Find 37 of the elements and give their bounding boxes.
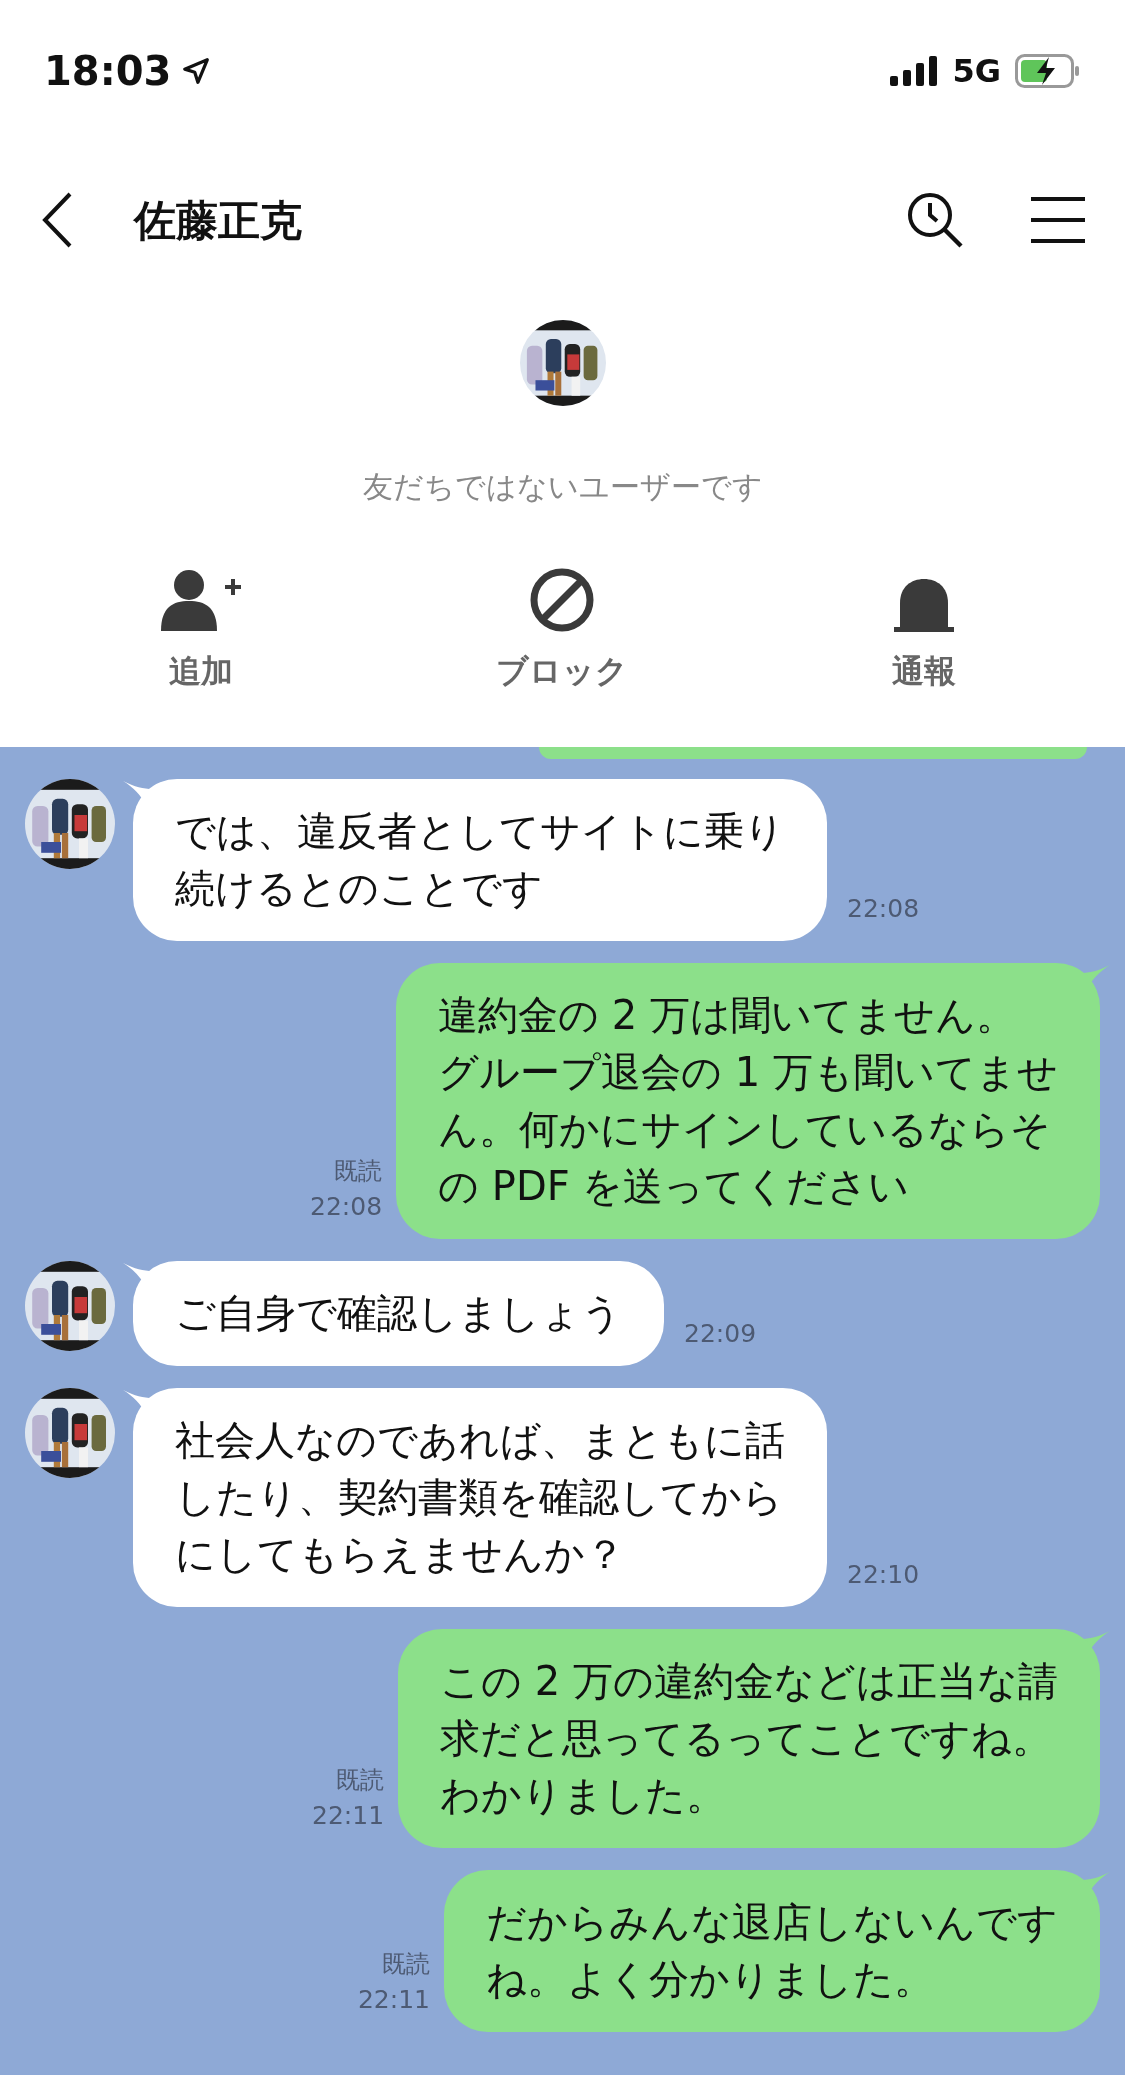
message-text-line: 求だと思ってるってことですね。 <box>440 1714 1054 1763</box>
message-text-line: 違約金の 2 万は聞いてません。 <box>438 991 1017 1040</box>
message-text-line: ご自身で確認しましょう <box>175 1289 622 1338</box>
message-time: 22:08 <box>847 892 920 925</box>
status-time: 18:03 <box>44 47 172 96</box>
network-label: 5G <box>952 51 1001 92</box>
message-text-line: 続けるとのことです <box>175 864 544 913</box>
message-time: 22:09 <box>684 1317 757 1350</box>
block-icon <box>529 567 596 633</box>
battery-charging-icon <box>1015 54 1081 88</box>
location-arrow-icon <box>181 56 212 86</box>
non-friend-notice: 友だちではないユーザーです <box>362 468 763 506</box>
message-time: 22:11 <box>357 1984 430 2016</box>
message-text-line: では、違反者としてサイトに乗り <box>175 807 785 856</box>
profile-action-button[interactable]: 通報 <box>882 563 967 695</box>
message-time: 22:10 <box>847 1558 920 1591</box>
profile-action-button[interactable]: ブロック <box>486 563 639 695</box>
message-text-line: 社会人なのであれば、まともに話 <box>175 1416 785 1465</box>
message-text-line: ん。何かにサインしているならそ <box>438 1105 1053 1154</box>
message-text-line: したり、契約書類を確認してから <box>175 1473 784 1522</box>
read-receipt: 既読 <box>334 1156 383 1187</box>
message-text-line: の PDF を送ってください <box>438 1162 911 1211</box>
message-text-line: にしてもらえませんか？ <box>175 1530 626 1579</box>
read-receipt: 既読 <box>382 1949 430 1980</box>
chat-title: 佐藤正克 <box>134 194 302 247</box>
message-time: 22:11 <box>312 1800 385 1832</box>
message-text-line: この 2 万の違約金などは正当な請 <box>440 1657 1058 1706</box>
read-receipt: 既読 <box>336 1765 385 1796</box>
message-text-line: ね。よく分かりました。 <box>486 1955 935 2004</box>
profile-action-button[interactable]: 追加 <box>150 563 251 695</box>
bell-icon <box>894 577 955 633</box>
signal-icon <box>890 56 939 86</box>
message-time: 22:08 <box>310 1191 383 1223</box>
message-text-line: グループ退会の 1 万も聞いてませ <box>438 1048 1058 1097</box>
message-text-line: だからみんな退店しないんです <box>486 1898 1058 1947</box>
add-friend-icon <box>160 567 241 633</box>
message-text-line: わかりました。 <box>440 1771 728 1820</box>
